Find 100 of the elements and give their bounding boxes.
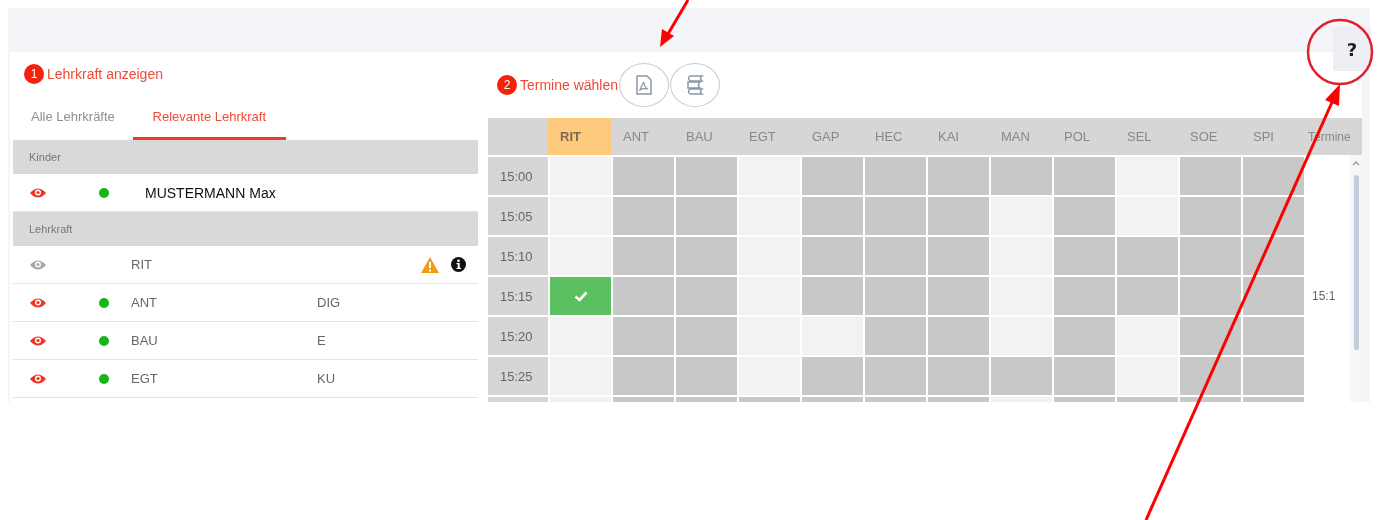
time-cell: 15:00 <box>488 157 548 195</box>
time-slot[interactable] <box>1054 317 1115 355</box>
eye-icon[interactable] <box>29 186 47 199</box>
group-header: Lehrkraft <box>13 212 478 246</box>
time-slot[interactable] <box>802 157 863 195</box>
time-cell: 15:05 <box>488 197 548 235</box>
group-header: Kinder <box>13 140 478 174</box>
time-slot[interactable] <box>1180 237 1241 275</box>
column-header[interactable]: ANT <box>611 118 674 155</box>
time-slot[interactable] <box>928 157 989 195</box>
time-slot[interactable] <box>1117 237 1178 275</box>
time-slot[interactable] <box>802 237 863 275</box>
step-badge: 2 <box>497 75 517 95</box>
column-header[interactable]: RIT <box>548 118 611 155</box>
time-slot[interactable] <box>1054 157 1115 195</box>
column-header[interactable]: SEL <box>1115 118 1178 155</box>
subject-text: DIG <box>317 295 341 310</box>
time-slot[interactable] <box>1117 277 1178 315</box>
column-header[interactable]: BAU <box>674 118 737 155</box>
time-slot[interactable] <box>865 277 926 315</box>
time-slot[interactable] <box>1243 317 1304 355</box>
time-slot[interactable] <box>865 157 926 195</box>
time-slot[interactable] <box>1243 197 1304 235</box>
column-header[interactable]: MAN <box>989 118 1052 155</box>
time-slot[interactable] <box>928 317 989 355</box>
time-slot[interactable] <box>1180 197 1241 235</box>
column-header[interactable]: KAI <box>926 118 989 155</box>
annotation-arrow <box>660 0 690 47</box>
time-slot[interactable] <box>1243 237 1304 275</box>
time-slot[interactable] <box>1054 197 1115 235</box>
time-slot[interactable] <box>991 357 1052 395</box>
time-slot[interactable] <box>928 197 989 235</box>
time-slot[interactable] <box>676 197 737 235</box>
time-slot[interactable] <box>550 277 611 315</box>
name-text: ANT <box>131 295 158 310</box>
name-text: MUSTERMANN Max <box>144 184 277 201</box>
time-slot[interactable] <box>1180 277 1241 315</box>
time-slot[interactable] <box>1243 157 1304 195</box>
time-slot[interactable] <box>865 237 926 275</box>
time-slot[interactable] <box>1180 317 1241 355</box>
scrollbar[interactable] <box>1350 155 1362 402</box>
tab[interactable]: Alle Lehrkräfte <box>15 96 131 140</box>
step-badge: 1 <box>24 64 44 84</box>
column-header[interactable]: SOE <box>1178 118 1241 155</box>
eye-icon[interactable] <box>29 372 47 385</box>
time-slot[interactable] <box>613 317 674 355</box>
time-slot[interactable] <box>676 157 737 195</box>
time-slot[interactable] <box>613 197 674 235</box>
annotation-circle <box>1306 18 1374 86</box>
time-slot[interactable] <box>1054 237 1115 275</box>
time-slot[interactable] <box>1243 277 1304 315</box>
list-icon <box>686 75 705 95</box>
time-slot[interactable] <box>676 237 737 275</box>
time-slot[interactable] <box>802 357 863 395</box>
check-icon <box>573 290 588 302</box>
time-slot[interactable] <box>928 237 989 275</box>
time-slot[interactable] <box>613 157 674 195</box>
column-header[interactable]: HEC <box>863 118 926 155</box>
section-title: Termine wählen <box>520 77 619 93</box>
eye-icon[interactable] <box>29 296 47 309</box>
time-slot[interactable] <box>802 197 863 235</box>
name-text: EGT <box>131 371 159 386</box>
eye-icon[interactable] <box>29 258 47 271</box>
info-icon[interactable] <box>451 257 466 272</box>
pdf-icon <box>636 75 653 95</box>
time-slot[interactable] <box>928 277 989 315</box>
subject-text: E <box>317 333 326 348</box>
time-slot[interactable] <box>676 357 737 395</box>
column-header[interactable]: GAP <box>800 118 863 155</box>
time-slot[interactable] <box>1180 157 1241 195</box>
time-slot[interactable] <box>865 317 926 355</box>
scroll-up-icon[interactable] <box>1351 159 1361 167</box>
time-slot[interactable] <box>676 277 737 315</box>
time-slot[interactable] <box>613 357 674 395</box>
name-text: RIT <box>131 257 153 272</box>
column-header[interactable]: SPI <box>1241 118 1304 155</box>
name-text: BAU <box>131 333 159 348</box>
time-cell: 15:10 <box>488 237 548 275</box>
time-slot[interactable] <box>613 237 674 275</box>
time-cell: 15:25 <box>488 357 548 395</box>
section-title: Lehrkraft anzeigen <box>47 66 163 82</box>
time-slot[interactable] <box>613 277 674 315</box>
time-slot[interactable] <box>1054 357 1115 395</box>
time-slot[interactable] <box>1180 357 1241 395</box>
time-slot[interactable] <box>865 357 926 395</box>
time-slot[interactable] <box>1243 357 1304 395</box>
time-slot[interactable] <box>802 277 863 315</box>
help-button[interactable]: ? <box>1333 27 1371 71</box>
time-slot[interactable] <box>1054 277 1115 315</box>
subject-text: KU <box>317 371 336 386</box>
time-slot[interactable] <box>676 317 737 355</box>
column-header[interactable]: EGT <box>737 118 800 155</box>
time-slot[interactable] <box>928 357 989 395</box>
pdf-button[interactable] <box>619 63 670 107</box>
eye-icon[interactable] <box>29 334 47 347</box>
column-header[interactable]: POL <box>1052 118 1115 155</box>
list-button[interactable] <box>670 63 721 107</box>
time-cell: 15:15 <box>488 277 548 315</box>
time-slot[interactable] <box>865 197 926 235</box>
time-slot[interactable] <box>991 157 1052 195</box>
